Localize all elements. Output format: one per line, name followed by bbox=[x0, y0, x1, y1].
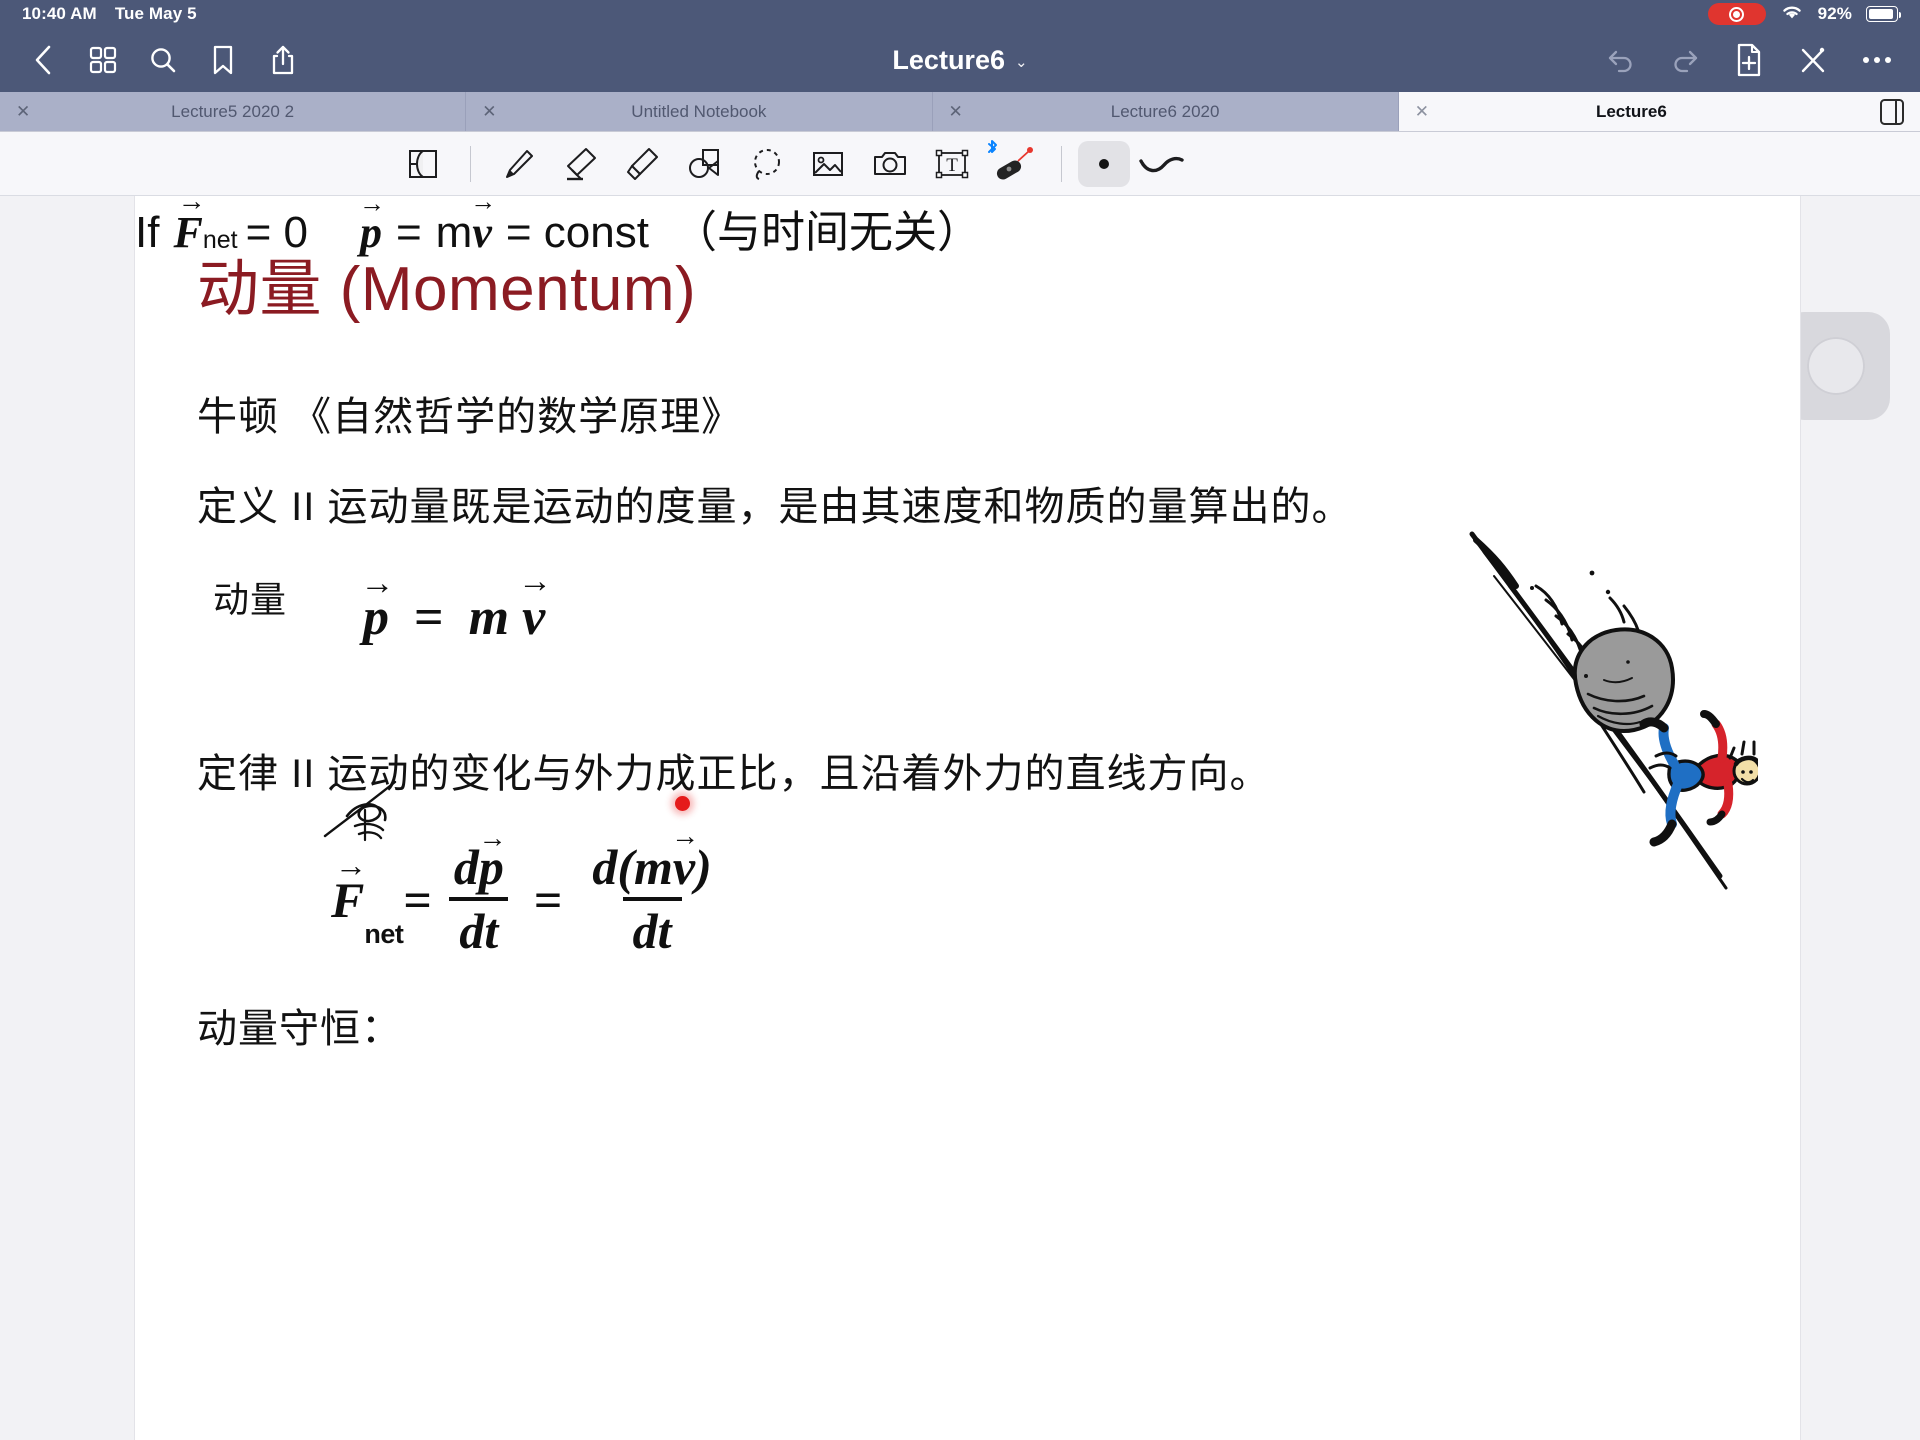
symbol-m: m bbox=[468, 589, 510, 646]
app-toolbar-right-group bbox=[1604, 43, 1894, 77]
app-toolbar-left-group bbox=[26, 43, 300, 77]
tab-close-icon[interactable]: ✕ bbox=[1415, 103, 1429, 120]
tool-palette: T bbox=[0, 132, 1920, 196]
tab-lecture6[interactable]: ✕ Lecture6 bbox=[1398, 92, 1864, 131]
canvas-gutter-left bbox=[0, 196, 135, 1440]
pointer-dot-icon[interactable] bbox=[1078, 140, 1130, 187]
battery-icon bbox=[1866, 6, 1901, 22]
palette-divider-2 bbox=[1061, 145, 1062, 182]
redo-icon[interactable] bbox=[1668, 43, 1702, 77]
back-icon[interactable] bbox=[26, 43, 60, 77]
tab-lecture6-2020[interactable]: ✕ Lecture6 2020 bbox=[932, 92, 1399, 131]
tab-lecture5-2020-2[interactable]: ✕ Lecture5 2020 2 bbox=[0, 92, 467, 131]
status-bar: 10:40 AM Tue May 5 92% bbox=[0, 0, 1920, 28]
equals-sign-1: = bbox=[403, 871, 432, 928]
laser-pointer-icon[interactable] bbox=[983, 139, 1045, 189]
fraction-denominator: dt bbox=[622, 897, 682, 958]
share-icon[interactable] bbox=[266, 43, 300, 77]
more-icon[interactable] bbox=[1860, 43, 1894, 77]
undo-icon[interactable] bbox=[1604, 43, 1638, 77]
equals-sign: = bbox=[414, 589, 444, 646]
app-toolbar: Lecture6 ⌄ bbox=[0, 28, 1920, 92]
subscript-net: net bbox=[364, 919, 404, 949]
add-page-icon[interactable] bbox=[1732, 43, 1766, 77]
canvas-area[interactable]: 动量 (Momentum) 牛顿 《自然哲学的数学原理》 定义 II 运动量既是… bbox=[0, 196, 1920, 1440]
screen-record-icon[interactable] bbox=[1707, 3, 1766, 25]
status-bar-left: 10:40 AM Tue May 5 bbox=[22, 4, 197, 24]
fraction-denominator: dt bbox=[449, 897, 509, 958]
equals-sign-2: = bbox=[533, 871, 563, 928]
fraction-numerator: d → p bbox=[453, 823, 507, 895]
tab-label: Lecture5 2020 2 bbox=[171, 101, 295, 121]
sidebar-toggle-icon[interactable] bbox=[1864, 92, 1920, 131]
chevron-down-icon: ⌄ bbox=[1014, 54, 1028, 71]
notebook-page[interactable]: 动量 (Momentum) 牛顿 《自然哲学的数学原理》 定义 II 运动量既是… bbox=[135, 196, 1800, 1440]
boulder-chasing-person-illustration bbox=[1469, 531, 1758, 890]
bluetooth-icon bbox=[985, 139, 999, 164]
handwritten-annotation bbox=[323, 780, 397, 842]
momentum-label: 动量 bbox=[213, 579, 288, 620]
fraction-dmv-dt: d(m → v) dt bbox=[582, 821, 721, 958]
bookmark-icon[interactable] bbox=[206, 43, 240, 77]
status-date: Tue May 5 bbox=[114, 4, 197, 23]
tab-close-icon[interactable]: ✕ bbox=[16, 103, 30, 120]
formula-momentum: → p = m → v bbox=[360, 563, 553, 647]
fraction-dp-dt: d → p dt bbox=[444, 823, 514, 958]
newton-book-line: 牛顿 《自然哲学的数学原理》 bbox=[197, 395, 743, 439]
tab-label: Untitled Notebook bbox=[631, 101, 767, 121]
highlighter-icon[interactable] bbox=[611, 139, 673, 189]
vector-F: → F bbox=[331, 846, 367, 928]
fraction-numerator: d(m → v) bbox=[592, 821, 712, 895]
battery-percent-label: 92% bbox=[1817, 4, 1852, 23]
camera-icon[interactable] bbox=[859, 139, 921, 189]
wifi-icon bbox=[1780, 3, 1804, 26]
tab-label: Lecture6 2020 bbox=[1110, 101, 1220, 121]
tab-close-icon[interactable]: ✕ bbox=[949, 103, 963, 120]
formula-fnet: → F net = d → p dt = d(m → v) dt bbox=[331, 821, 734, 958]
tab-bar: ✕ Lecture5 2020 2 ✕ Untitled Notebook ✕ … bbox=[0, 92, 1920, 132]
vector-p: → p bbox=[359, 196, 386, 257]
lasso-icon[interactable] bbox=[735, 139, 797, 189]
vector-v: → v bbox=[470, 196, 497, 257]
document-title-label: Lecture6 bbox=[892, 44, 1005, 75]
svg-text:T: T bbox=[946, 155, 958, 176]
text-box-icon[interactable]: T bbox=[921, 139, 983, 189]
vector-v: → v bbox=[518, 563, 553, 647]
definition-two-line: 定义 II 运动量既是运动的度量，是由其速度和物质的量算出的。 bbox=[197, 485, 1353, 529]
shapes-icon[interactable] bbox=[673, 139, 735, 189]
tab-untitled-notebook[interactable]: ✕ Untitled Notebook bbox=[466, 92, 933, 131]
tab-close-icon[interactable]: ✕ bbox=[482, 103, 496, 120]
conservation-note: （与时间无关） bbox=[672, 208, 981, 257]
page-title: 动量 (Momentum) bbox=[197, 255, 697, 324]
scroll-puck-inner bbox=[1807, 337, 1865, 395]
grid-icon[interactable] bbox=[86, 43, 120, 77]
image-icon[interactable] bbox=[797, 139, 859, 189]
search-icon[interactable] bbox=[146, 43, 180, 77]
eraser-icon[interactable] bbox=[549, 139, 611, 189]
vector-F: → F bbox=[173, 196, 206, 257]
status-bar-right: 92% bbox=[1707, 3, 1901, 26]
ink-stroke-icon[interactable] bbox=[1130, 139, 1192, 189]
tab-label: Lecture6 bbox=[1595, 101, 1667, 121]
status-time: 10:40 AM bbox=[22, 4, 97, 23]
page-flip-icon[interactable] bbox=[392, 139, 454, 189]
palette-divider bbox=[470, 145, 471, 182]
close-tools-icon[interactable] bbox=[1796, 43, 1830, 77]
conservation-label: 动量守恒： bbox=[197, 1007, 402, 1051]
pen-icon[interactable] bbox=[487, 139, 549, 189]
vector-p: → p bbox=[360, 565, 395, 647]
laser-pointer-dot bbox=[675, 796, 690, 811]
if-keyword: If bbox=[135, 208, 160, 257]
